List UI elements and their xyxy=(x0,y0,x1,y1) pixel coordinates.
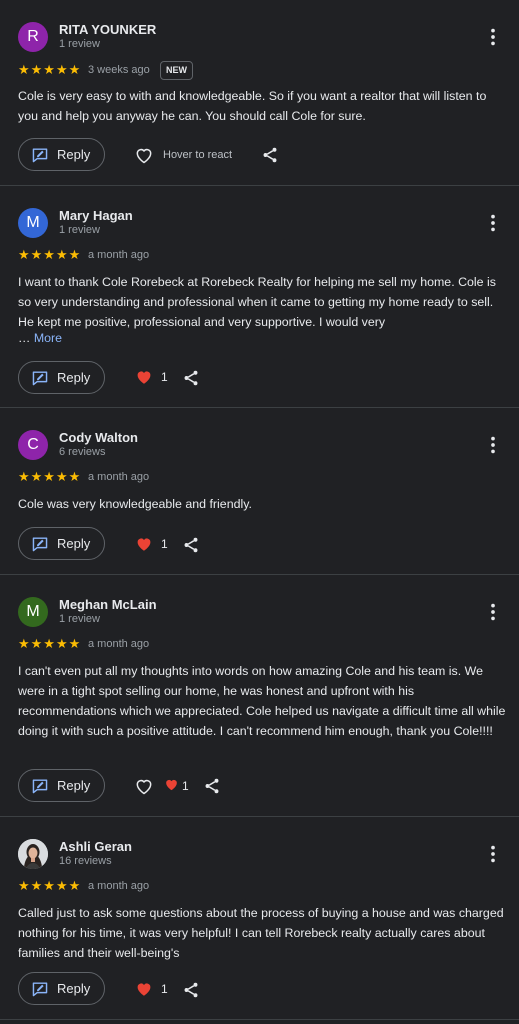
review-count: 1 review xyxy=(59,38,100,50)
review-card: Ashli Geran 16 reviews ★★★★★ a month ago… xyxy=(0,817,519,1024)
review-card: M Meghan McLain 1 review ★★★★★ a month a… xyxy=(0,575,519,816)
share-icon[interactable] xyxy=(182,536,200,554)
reply-button[interactable]: Reply xyxy=(18,769,105,802)
reply-label: Reply xyxy=(57,778,91,793)
share-icon[interactable] xyxy=(182,369,200,387)
share-icon[interactable] xyxy=(261,146,279,164)
reply-button[interactable]: Reply xyxy=(18,527,105,560)
reviewer-name[interactable]: Mary Hagan xyxy=(59,208,133,223)
star-rating: ★★★★★ xyxy=(18,247,82,262)
avatar[interactable]: C xyxy=(18,430,48,460)
share-icon[interactable] xyxy=(182,981,200,999)
star-rating: ★★★★★ xyxy=(18,636,82,651)
reply-label: Reply xyxy=(57,147,91,162)
reply-button[interactable]: Reply xyxy=(18,972,105,1005)
reviewer-name[interactable]: Cody Walton xyxy=(59,430,138,445)
more-options-icon[interactable] xyxy=(482,26,504,48)
reply-icon xyxy=(31,981,49,997)
review-time: a month ago xyxy=(88,249,150,261)
reply-icon xyxy=(31,536,49,552)
review-text: Cole was very knowledgeable and friendly… xyxy=(18,497,252,511)
heart-reaction-icon[interactable] xyxy=(135,980,153,998)
new-badge: NEW xyxy=(160,61,193,80)
review-count: 1 review xyxy=(59,613,100,625)
heart-outline-icon[interactable] xyxy=(134,776,154,796)
divider xyxy=(0,1019,519,1020)
review-text: Called just to ask some questions about … xyxy=(18,906,504,960)
avatar[interactable]: M xyxy=(18,208,48,238)
review-count: 1 review xyxy=(59,224,100,236)
reply-icon xyxy=(31,778,49,794)
ellipsis: … xyxy=(18,331,31,345)
heart-reaction-icon[interactable] xyxy=(164,777,179,792)
more-options-icon[interactable] xyxy=(482,843,504,865)
more-options-icon[interactable] xyxy=(482,434,504,456)
reviewer-name[interactable]: RITA YOUNKER xyxy=(59,22,156,37)
heart-reaction-icon[interactable] xyxy=(135,368,153,386)
review-card: M Mary Hagan 1 review ★★★★★ a month ago … xyxy=(0,186,519,407)
reply-button[interactable]: Reply xyxy=(18,361,105,394)
avatar[interactable]: R xyxy=(18,22,48,52)
review-time: a month ago xyxy=(88,880,150,892)
more-options-icon[interactable] xyxy=(482,212,504,234)
review-text-more: … More xyxy=(18,328,508,348)
more-link[interactable]: More xyxy=(34,331,62,345)
star-rating: ★★★★★ xyxy=(18,878,82,893)
star-rating: ★★★★★ xyxy=(18,62,82,77)
share-icon[interactable] xyxy=(203,777,221,795)
reaction-count: 1 xyxy=(161,982,168,996)
reaction-count: 1 xyxy=(161,537,168,551)
avatar[interactable]: M xyxy=(18,597,48,627)
profile-photo-icon xyxy=(18,839,48,869)
reviewer-name[interactable]: Meghan McLain xyxy=(59,597,157,612)
reaction-count: 1 xyxy=(182,779,189,793)
review-card: C Cody Walton 6 reviews ★★★★★ a month ag… xyxy=(0,408,519,574)
review-text: Cole is very easy to with and knowledgea… xyxy=(18,89,487,123)
reaction-count: 1 xyxy=(161,370,168,384)
reply-button[interactable]: Reply xyxy=(18,138,105,171)
review-card: R RITA YOUNKER 1 review ★★★★★ 3 weeks ag… xyxy=(0,0,519,185)
reply-label: Reply xyxy=(57,981,91,996)
review-count: 6 reviews xyxy=(59,446,106,458)
more-options-icon[interactable] xyxy=(482,601,504,623)
heart-reaction-icon[interactable] xyxy=(135,535,153,553)
review-text: I can't even put all my thoughts into wo… xyxy=(18,664,506,738)
review-time: 3 weeks ago xyxy=(88,64,150,76)
review-time: a month ago xyxy=(88,471,150,483)
reply-icon xyxy=(31,370,49,386)
hover-to-react-label[interactable]: Hover to react xyxy=(163,147,232,163)
star-rating: ★★★★★ xyxy=(18,469,82,484)
reply-label: Reply xyxy=(57,370,91,385)
avatar-photo[interactable] xyxy=(18,839,48,869)
review-text: I want to thank Cole Rorebeck at Rorebec… xyxy=(18,275,496,329)
reply-icon xyxy=(31,147,49,163)
heart-outline-icon[interactable] xyxy=(134,145,154,165)
review-time: a month ago xyxy=(88,638,150,650)
reviewer-name[interactable]: Ashli Geran xyxy=(59,839,132,854)
review-count: 16 reviews xyxy=(59,855,112,867)
reply-label: Reply xyxy=(57,536,91,551)
